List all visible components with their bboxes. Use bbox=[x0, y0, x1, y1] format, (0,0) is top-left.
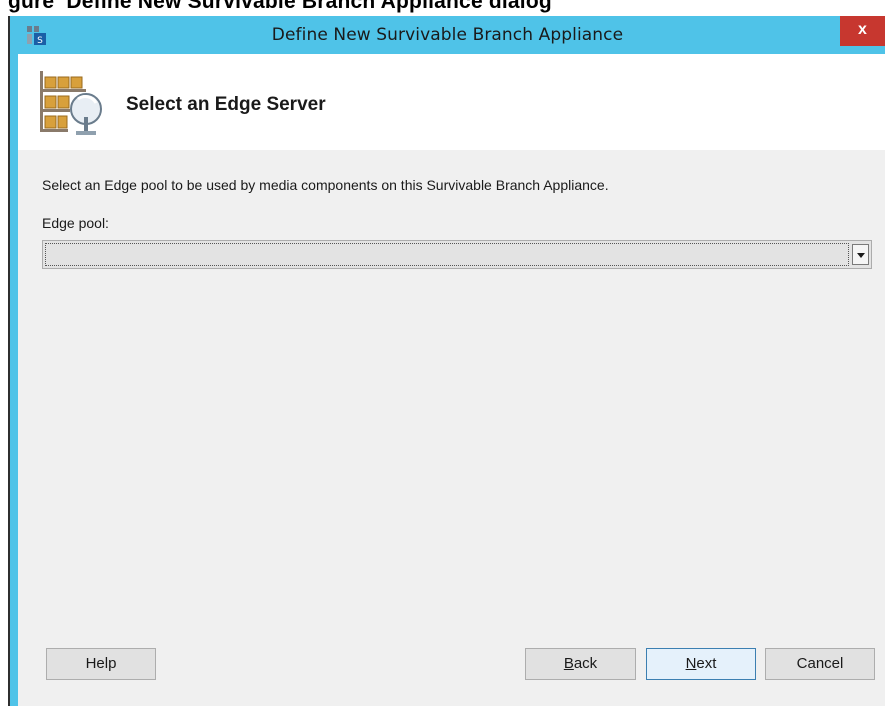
page-title: Select an Edge Server bbox=[126, 94, 326, 115]
cancel-button[interactable]: Cancel bbox=[765, 648, 875, 680]
edge-pool-selected-value bbox=[45, 243, 849, 266]
edge-pool-dropdown[interactable] bbox=[42, 240, 872, 269]
next-button[interactable]: Next bbox=[646, 648, 756, 680]
dialog-window: S Define New Survivable Branch Appliance… bbox=[8, 16, 885, 706]
next-label-rest: ext bbox=[696, 655, 717, 672]
close-icon: x bbox=[858, 21, 867, 38]
page-caption: gure Define New Survivable Branch Applia… bbox=[8, 0, 552, 13]
edge-pool-label: Edge pool: bbox=[42, 215, 109, 231]
wizard-header: Select an Edge Server bbox=[18, 54, 885, 150]
back-button[interactable]: Back bbox=[525, 648, 636, 680]
next-mnemonic: N bbox=[685, 655, 697, 672]
dialog-client-area: Select an Edge Server Select an Edge poo… bbox=[18, 54, 885, 706]
help-button[interactable]: Help bbox=[46, 648, 156, 680]
chevron-down-icon[interactable] bbox=[852, 244, 869, 265]
title-bar[interactable]: S Define New Survivable Branch Appliance… bbox=[10, 16, 885, 54]
close-button[interactable]: x bbox=[840, 16, 885, 46]
window-title: Define New Survivable Branch Appliance bbox=[271, 25, 624, 45]
back-label-rest: ack bbox=[573, 655, 598, 672]
back-mnemonic: B bbox=[563, 655, 574, 672]
branch-appliance-server-icon bbox=[40, 71, 102, 135]
instruction-text: Select an Edge pool to be used by media … bbox=[42, 177, 609, 193]
